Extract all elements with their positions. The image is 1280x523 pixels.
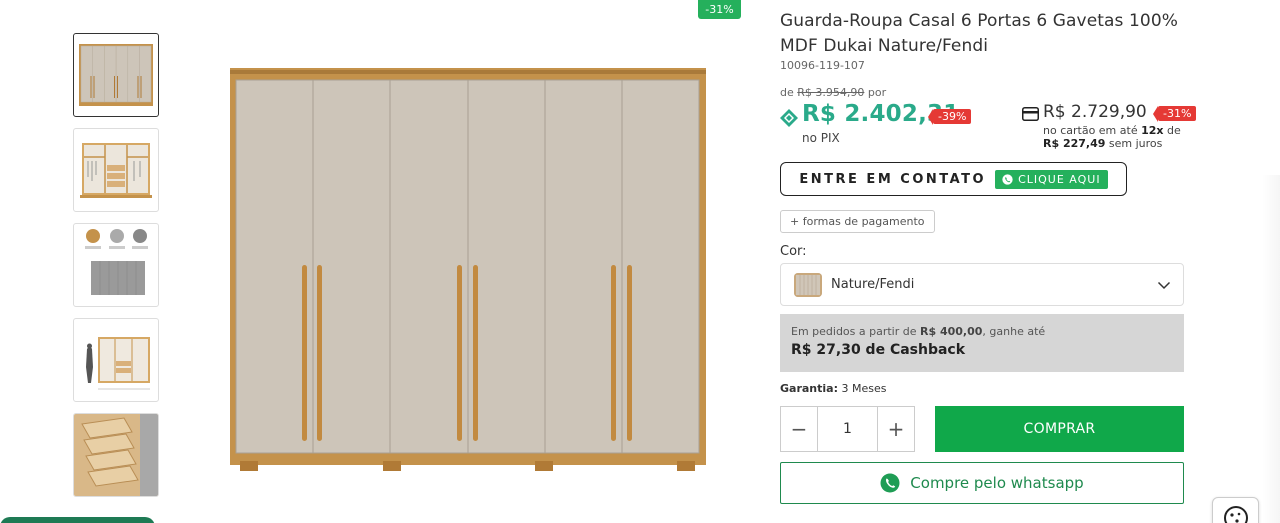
cashback-threshold: R$ 400,00 <box>920 325 983 338</box>
original-price: de R$ 3.954,90 por <box>780 86 886 99</box>
color-swatch <box>794 272 822 297</box>
original-price-value: R$ 3.954,90 <box>797 86 865 99</box>
original-price-suffix: por <box>867 86 887 99</box>
contact-cta-label: CLIQUE AQUI <box>1018 172 1101 186</box>
whatsapp-buy-button[interactable]: Compre pelo whatsapp <box>780 462 1184 504</box>
color-select[interactable]: Nature/Fendi <box>780 263 1184 306</box>
quantity-stepper: − 1 + <box>780 406 915 452</box>
warranty-value: 3 Meses <box>841 382 887 395</box>
cashback-amount: R$ 27,30 de Cashback <box>791 342 966 358</box>
wardrobe-open-thumbnail-icon <box>80 143 152 198</box>
thumbnail-4[interactable] <box>73 318 159 402</box>
card-installment-terms: no cartão em até 12x de R$ 227,49 sem ju… <box>1043 124 1193 150</box>
cashback-suffix: , ganhe até <box>982 325 1046 338</box>
wardrobe-swatch-icon <box>794 272 822 297</box>
chat-widget-pill[interactable] <box>0 517 155 523</box>
quantity-decrease-button[interactable]: − <box>781 407 817 451</box>
quantity-increase-button[interactable]: + <box>878 407 914 451</box>
cashback-banner: Em pedidos a partir de R$ 400,00, ganhe … <box>780 314 1184 372</box>
whatsapp-buy-label: Compre pelo whatsapp <box>910 474 1084 492</box>
color-selected-name: Nature/Fendi <box>831 277 915 292</box>
quantity-input[interactable]: 1 <box>817 407 878 451</box>
contact-label: ENTRE EM CONTATO <box>799 171 987 187</box>
thumbnail-1[interactable] <box>73 33 159 117</box>
product-sku: 10096-119-107 <box>780 59 865 72</box>
card-terms-text-3: sem juros <box>1108 137 1163 150</box>
thumbnail-5[interactable] <box>73 413 159 497</box>
card-price: R$ 2.729,90 <box>1043 102 1147 122</box>
card-terms-text-1: no cartão em até <box>1043 124 1138 137</box>
product-main-image[interactable] <box>230 68 706 472</box>
cashback-prefix: Em pedidos a partir de <box>791 325 917 338</box>
contact-cta[interactable]: CLIQUE AQUI <box>995 169 1108 189</box>
warranty: Garantia: 3 Meses <box>780 382 886 395</box>
warranty-label: Garantia: <box>780 382 838 395</box>
pix-label: no PIX <box>802 131 840 145</box>
card-terms-text-2: de <box>1167 124 1181 137</box>
chevron-down-icon <box>1157 281 1171 290</box>
cookie-icon <box>1223 506 1248 523</box>
drawers-thumbnail-icon <box>74 414 158 496</box>
payment-forms-button[interactable]: + formas de pagamento <box>780 210 935 233</box>
wardrobe-thumbnail-icon <box>79 44 153 106</box>
buy-button[interactable]: COMPRAR <box>935 406 1184 452</box>
pix-icon <box>780 109 798 127</box>
whatsapp-icon <box>880 473 900 493</box>
pix-discount-badge: -39% <box>927 109 972 125</box>
whatsapp-icon <box>1002 173 1013 185</box>
card-discount-badge: -31% <box>1152 106 1197 122</box>
original-price-prefix: de <box>780 86 794 99</box>
credit-card-icon <box>1022 107 1039 121</box>
thumbnail-3[interactable] <box>73 223 159 307</box>
cookie-settings-button[interactable] <box>1212 497 1259 523</box>
discount-badge: -31% <box>698 0 741 19</box>
thumbnail-list <box>73 33 159 508</box>
thumbnail-2[interactable] <box>73 128 159 212</box>
card-installment-value: R$ 227,49 <box>1043 137 1106 150</box>
dimensions-thumbnail-icon <box>86 337 150 390</box>
side-panel-shadow <box>1262 175 1280 523</box>
product-title: Guarda-Roupa Casal 6 Portas 6 Gavetas 10… <box>780 11 1178 56</box>
card-installments: 12x <box>1141 124 1164 137</box>
contact-button[interactable]: ENTRE EM CONTATO CLIQUE AQUI <box>780 162 1127 196</box>
cashback-line-1: Em pedidos a partir de R$ 400,00, ganhe … <box>791 325 1173 338</box>
color-samples-thumbnail-icon <box>85 229 148 295</box>
color-label: Cor: <box>780 244 807 259</box>
